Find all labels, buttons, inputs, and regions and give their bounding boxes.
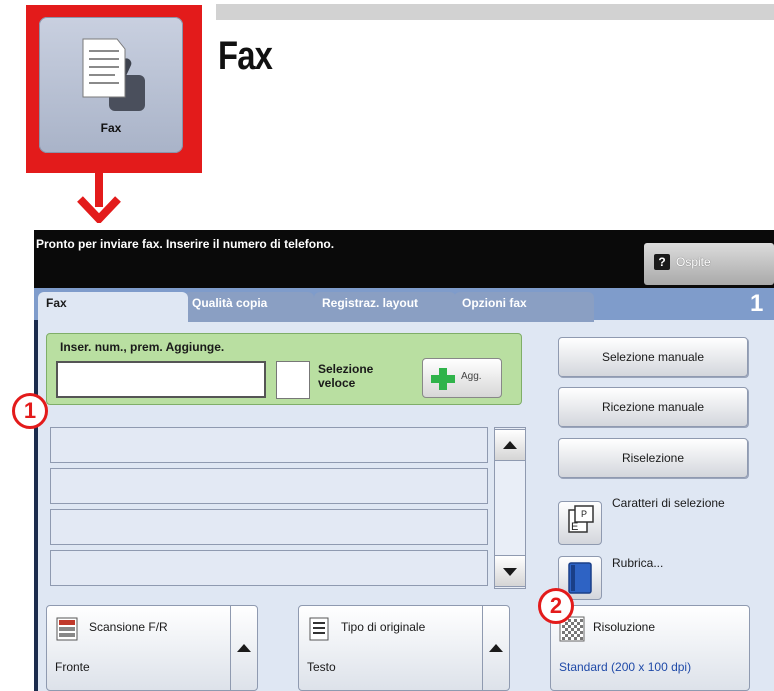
- arrow-up-icon: [503, 441, 517, 449]
- manual-receive-button[interactable]: Ricezione manuale: [558, 387, 748, 427]
- recipient-count: 1: [750, 290, 764, 317]
- fax-app-label: Fax: [100, 121, 122, 135]
- arrow-up-icon: [237, 644, 251, 652]
- dial-characters-label[interactable]: Caratteri di selezione: [612, 496, 725, 510]
- fax-app-button[interactable]: Fax: [39, 17, 183, 153]
- tab-fax[interactable]: Fax: [38, 292, 188, 326]
- arrow-down-icon: [503, 568, 517, 576]
- duplex-scan-icon: [56, 617, 78, 641]
- arrow-up-icon: [489, 644, 503, 652]
- duplex-scan-change-button[interactable]: [230, 606, 257, 690]
- tab-options[interactable]: Opzioni fax: [454, 292, 594, 322]
- plus-icon: [431, 368, 455, 390]
- duplex-scan-setting[interactable]: Scansione F/R Fronte: [46, 605, 258, 691]
- entry-label: Inser. num., prem. Aggiunge.: [60, 340, 225, 354]
- callout-badge-2: 2: [538, 588, 574, 624]
- list-item[interactable]: [50, 550, 488, 586]
- speed-dial-label: Selezione veloce: [318, 362, 374, 390]
- svg-text:P: P: [581, 509, 587, 519]
- page-title: Fax: [218, 34, 273, 78]
- recipient-list: [50, 427, 494, 589]
- address-book-label[interactable]: Rubrica...: [612, 556, 663, 570]
- tab-quality[interactable]: Qualità copia: [184, 292, 314, 322]
- original-type-setting[interactable]: Tipo di originale Testo: [298, 605, 510, 691]
- original-type-value: Testo: [307, 660, 336, 674]
- tab-layout[interactable]: Registraz. layout: [314, 292, 456, 322]
- duplex-scan-value: Fronte: [55, 660, 90, 674]
- fax-number-input[interactable]: [56, 361, 266, 398]
- scroll-up-button[interactable]: [494, 429, 526, 461]
- fax-machine-icon: [82, 38, 145, 111]
- redial-button[interactable]: Riselezione: [558, 438, 748, 478]
- screen-content: Fax Qualità copia Registraz. layout Opzi…: [34, 230, 774, 691]
- dial-characters-button[interactable]: E P: [558, 501, 602, 545]
- svg-text:E: E: [571, 521, 578, 533]
- add-button-label: Agg.: [461, 371, 482, 382]
- header-bar: [216, 4, 774, 20]
- duplex-scan-title: Scansione F/R: [89, 620, 168, 634]
- list-item[interactable]: [50, 509, 488, 545]
- original-type-title: Tipo di originale: [341, 620, 426, 634]
- speed-dial-checkbox[interactable]: [276, 361, 310, 399]
- document-type-icon: [309, 617, 329, 641]
- list-item[interactable]: [50, 427, 488, 463]
- resolution-value: Standard (200 x 100 dpi): [559, 660, 692, 674]
- add-button[interactable]: Agg.: [422, 358, 502, 398]
- manual-dial-button[interactable]: Selezione manuale: [558, 337, 748, 377]
- resolution-title: Risoluzione: [593, 620, 656, 634]
- callout-badge-1: 1: [12, 393, 48, 429]
- list-item[interactable]: [50, 468, 488, 504]
- dial-characters-icon: E P: [568, 505, 594, 533]
- scroll-down-button[interactable]: [494, 555, 526, 587]
- original-type-change-button[interactable]: [482, 606, 509, 690]
- arrow-down-icon: [77, 173, 121, 223]
- resolution-setting[interactable]: Risoluzione Standard (200 x 100 dpi): [550, 605, 750, 691]
